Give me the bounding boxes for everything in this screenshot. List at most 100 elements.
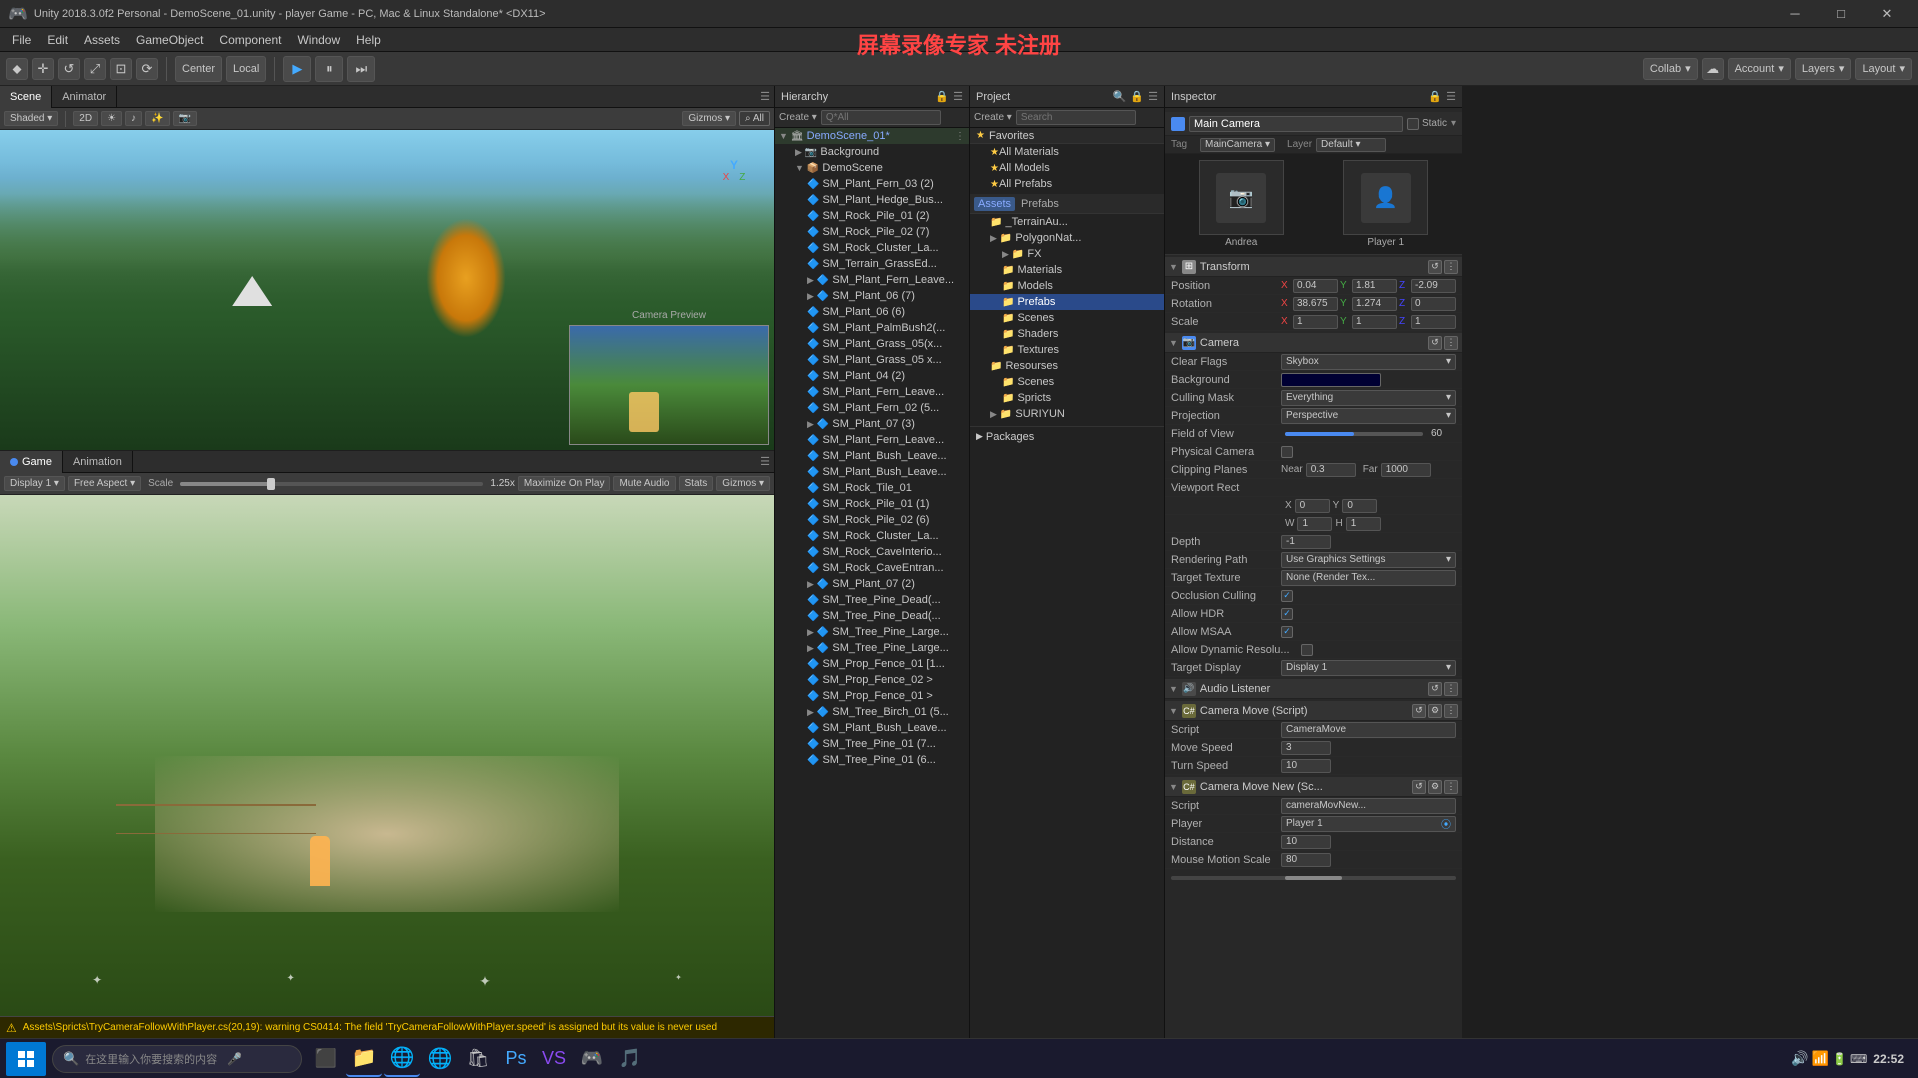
hierarchy-item-5[interactable]: 🔷SM_Terrain_GrassEd... [775,256,969,272]
hierarchy-item-26[interactable]: 🔷SM_Tree_Pine_Dead(... [775,592,969,608]
layout-btn[interactable]: Layout ▾ [1855,58,1912,80]
allow-hdr-checkbox[interactable] [1281,608,1293,620]
cmn-distance-value[interactable] [1281,835,1331,849]
hierarchy-lock[interactable]: 🔒 [935,90,949,103]
clear-flags-dropdown[interactable]: Skybox▾ [1281,354,1456,370]
hierarchy-item-14[interactable]: 🔷SM_Plant_Fern_02 (5... [775,400,969,416]
taskbar-unity[interactable]: 🎮 [574,1041,610,1077]
asset-scenes2[interactable]: 📁Scenes [970,374,1164,390]
taskbar-ps[interactable]: Ps [498,1041,534,1077]
hierarchy-item-1[interactable]: 🔷SM_Plant_Hedge_Bus... [775,192,969,208]
allow-dynres-checkbox[interactable] [1301,644,1313,656]
taskbar-audio[interactable]: 🎵 [612,1041,648,1077]
asset-terrain[interactable]: 📁_TerrainAu... [970,214,1164,230]
hierarchy-item-15[interactable]: ▶🔷SM_Plant_07 (3) [775,416,969,432]
hierarchy-item-17[interactable]: 🔷SM_Plant_Bush_Leave... [775,448,969,464]
hierarchy-item-4[interactable]: 🔷SM_Rock_Cluster_La... [775,240,969,256]
effects-btn[interactable]: ✨ [145,111,169,126]
create-dropdown[interactable]: Create ▾ [779,112,817,123]
taskbar-edge[interactable]: 🌐 [384,1041,420,1077]
pause-btn[interactable]: ⏸ [315,56,343,82]
2d-btn[interactable]: 2D [73,111,98,126]
hierarchy-item-8[interactable]: 🔷SM_Plant_06 (6) [775,304,969,320]
camera-more[interactable]: ⋮ [1444,336,1458,350]
mute-audio[interactable]: Mute Audio [613,476,675,491]
hierarchy-item-21[interactable]: 🔷SM_Rock_Pile_02 (6) [775,512,969,528]
rotation-x[interactable] [1293,297,1338,311]
stats-btn[interactable]: Stats [679,476,714,491]
occlusion-checkbox[interactable] [1281,590,1293,602]
scene-cam-btn[interactable]: 📷 [173,111,197,126]
asset-spricts[interactable]: 📁Spricts [970,390,1164,406]
taskbar-search[interactable]: 🔍 在这里输入你要搜索的内容 🎤 [52,1045,302,1073]
hierarchy-item-30[interactable]: 🔷SM_Prop_Fence_01 [1... [775,656,969,672]
display-dropdown[interactable]: Display 1 ▾ [4,476,65,491]
rotation-y[interactable] [1352,297,1397,311]
cloud-icon[interactable]: ☁ [1702,58,1724,80]
target-texture-dropdown[interactable]: None (Render Tex... [1281,570,1456,586]
hierarchy-item-29[interactable]: ▶🔷SM_Tree_Pine_Large... [775,640,969,656]
game-gizmos[interactable]: Gizmos ▾ [716,476,770,491]
hierarchy-item-19[interactable]: 🔷SM_Rock_Tile_01 [775,480,969,496]
position-x[interactable] [1293,279,1338,293]
lighting-btn[interactable]: ☀ [101,111,122,126]
scene-panel-options[interactable]: ☰ [756,90,774,103]
project-lock[interactable]: 🔒 [1130,90,1144,103]
hierarchy-item-0[interactable]: 🔷SM_Plant_Fern_03 (2) [775,176,969,192]
tag-dropdown[interactable]: MainCamera ▾ [1200,138,1275,152]
hierarchy-item-20[interactable]: 🔷SM_Rock_Pile_01 (1) [775,496,969,512]
menu-assets[interactable]: Assets [76,31,128,49]
maximize-on-play[interactable]: Maximize On Play [518,476,611,491]
tray-icon-4[interactable]: ⌨ [1850,1052,1867,1066]
create-dropdown-project[interactable]: Create ▾ [974,112,1012,123]
taskbar-chrome[interactable]: 🌐 [422,1041,458,1077]
tab-game[interactable]: Game [0,451,63,473]
vp-h[interactable] [1346,517,1381,531]
tray-icon-2[interactable]: 📶 [1812,1050,1829,1067]
hierarchy-item-9[interactable]: 🔷SM_Plant_PalmBush2(... [775,320,969,336]
hierarchy-item-33[interactable]: ▶🔷SM_Tree_Birch_01 (5... [775,704,969,720]
project-search[interactable] [1016,110,1136,125]
scale-x[interactable] [1293,315,1338,329]
audio-more[interactable]: ⋮ [1444,682,1458,696]
asset-polygonnat[interactable]: ▶📁PolygonNat... [970,230,1164,246]
tray-icon-3[interactable]: 🔋 [1832,1052,1847,1066]
asset-shaders[interactable]: 📁Shaders [970,326,1164,342]
hierarchy-item-31[interactable]: 🔷SM_Prop_Fence_02 > [775,672,969,688]
fav-all-materials[interactable]: ★ All Materials [970,144,1164,160]
scale-tool[interactable]: ⤢ [84,58,106,80]
menu-window[interactable]: Window [289,31,348,49]
minimize-btn[interactable]: ─ [1772,0,1818,28]
cmn-reset[interactable]: ↺ [1412,780,1426,794]
allow-msaa-checkbox[interactable] [1281,626,1293,638]
scale-z[interactable] [1411,315,1456,329]
menu-help[interactable]: Help [348,31,389,49]
hierarchy-item-27[interactable]: 🔷SM_Tree_Pine_Dead(... [775,608,969,624]
projection-dropdown[interactable]: Perspective▾ [1281,408,1456,424]
rotate-tool[interactable]: ↺ [58,58,80,80]
avatar-andrea[interactable]: 📷 Andrea [1171,160,1312,248]
obj-active-toggle[interactable] [1171,117,1185,131]
inspector-lock[interactable]: 🔒 [1428,90,1442,103]
hierarchy-item-demoscene[interactable]: ▼ 📦 DemoScene [775,160,969,176]
move-tool[interactable]: ✛ [32,58,54,80]
cm-script-value[interactable]: CameraMove [1281,722,1456,738]
cmn-more[interactable]: ⋮ [1444,780,1458,794]
inspector-slider[interactable] [1171,876,1456,880]
audio-btn[interactable]: ♪ [125,111,142,126]
hierarchy-item-6[interactable]: ▶🔷SM_Plant_Fern_Leave... [775,272,969,288]
scene-view[interactable]: Y X Z Camera Preview [0,130,774,450]
cmn-gear[interactable]: ⚙ [1428,780,1442,794]
obj-name-field[interactable] [1189,116,1403,132]
cmn-mouse-value[interactable] [1281,853,1331,867]
hierarchy-item-12[interactable]: 🔷SM_Plant_04 (2) [775,368,969,384]
camera-move-new-header[interactable]: ▼ C# Camera Move New (Sc... ↺ ⚙ ⋮ [1165,777,1462,797]
position-z[interactable] [1411,279,1456,293]
asset-prefabs[interactable]: 📁Prefabs [970,294,1164,310]
layers-btn[interactable]: Layers ▾ [1795,58,1852,80]
account-btn[interactable]: Account ▾ [1728,58,1791,80]
menu-gameobject[interactable]: GameObject [128,31,211,49]
position-y[interactable] [1352,279,1397,293]
rotation-z[interactable] [1411,297,1456,311]
tray-icon-1[interactable]: 🔊 [1791,1050,1808,1067]
